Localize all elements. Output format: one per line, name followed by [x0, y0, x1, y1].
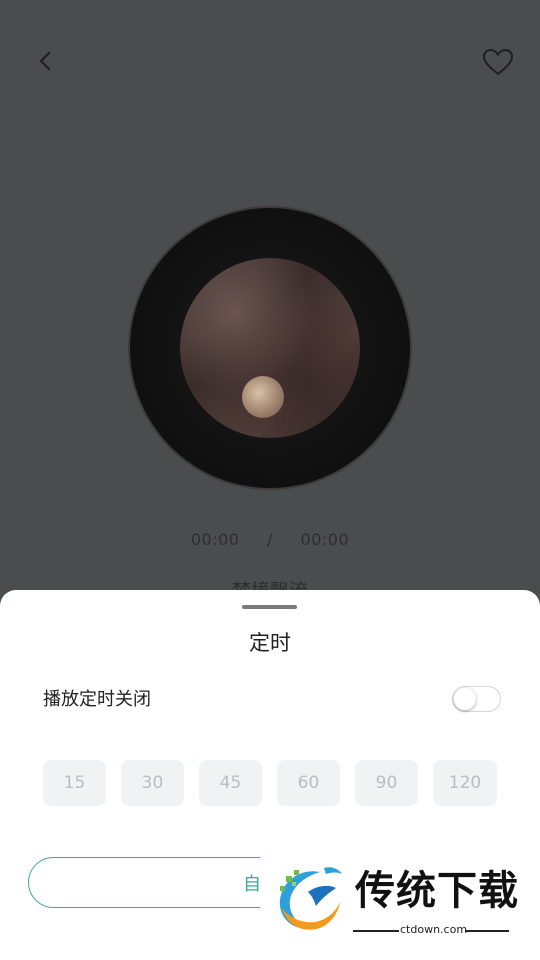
- playback-time: 00:00 / 00:00: [0, 530, 540, 549]
- timer-toggle-switch[interactable]: [452, 686, 501, 712]
- watermark-url: ctdown.com: [400, 923, 468, 936]
- timer-option-45[interactable]: 45: [199, 760, 262, 806]
- favorite-button[interactable]: [480, 45, 516, 79]
- toggle-knob: [454, 688, 476, 710]
- heart-outline-icon: [482, 48, 514, 76]
- timer-option-60[interactable]: 60: [277, 760, 340, 806]
- sheet-title: 定时: [249, 631, 291, 655]
- timer-option-90[interactable]: 90: [355, 760, 418, 806]
- watermark-brand: 传统下载: [355, 868, 519, 914]
- album-cover-image: [180, 258, 360, 438]
- time-separator: /: [267, 530, 273, 549]
- current-time: 00:00: [190, 530, 240, 549]
- total-time: 00:00: [300, 530, 350, 549]
- cover-moon-graphic: [242, 376, 284, 418]
- chevron-left-icon: [39, 51, 51, 71]
- timer-options: 15 30 45 60 90 120: [0, 760, 540, 806]
- back-button[interactable]: [30, 46, 60, 76]
- timer-toggle-label: 播放定时关闭: [43, 689, 151, 710]
- album-disc: [130, 208, 410, 488]
- watermark: 传统下载 ctdown.com: [260, 856, 540, 960]
- timer-option-15[interactable]: 15: [43, 760, 106, 806]
- watermark-divider: [353, 930, 399, 932]
- watermark-divider: [465, 930, 509, 932]
- timer-option-120[interactable]: 120: [433, 760, 497, 806]
- sheet-grabber[interactable]: [242, 605, 297, 609]
- watermark-logo-icon: [279, 867, 342, 930]
- timer-option-30[interactable]: 30: [121, 760, 184, 806]
